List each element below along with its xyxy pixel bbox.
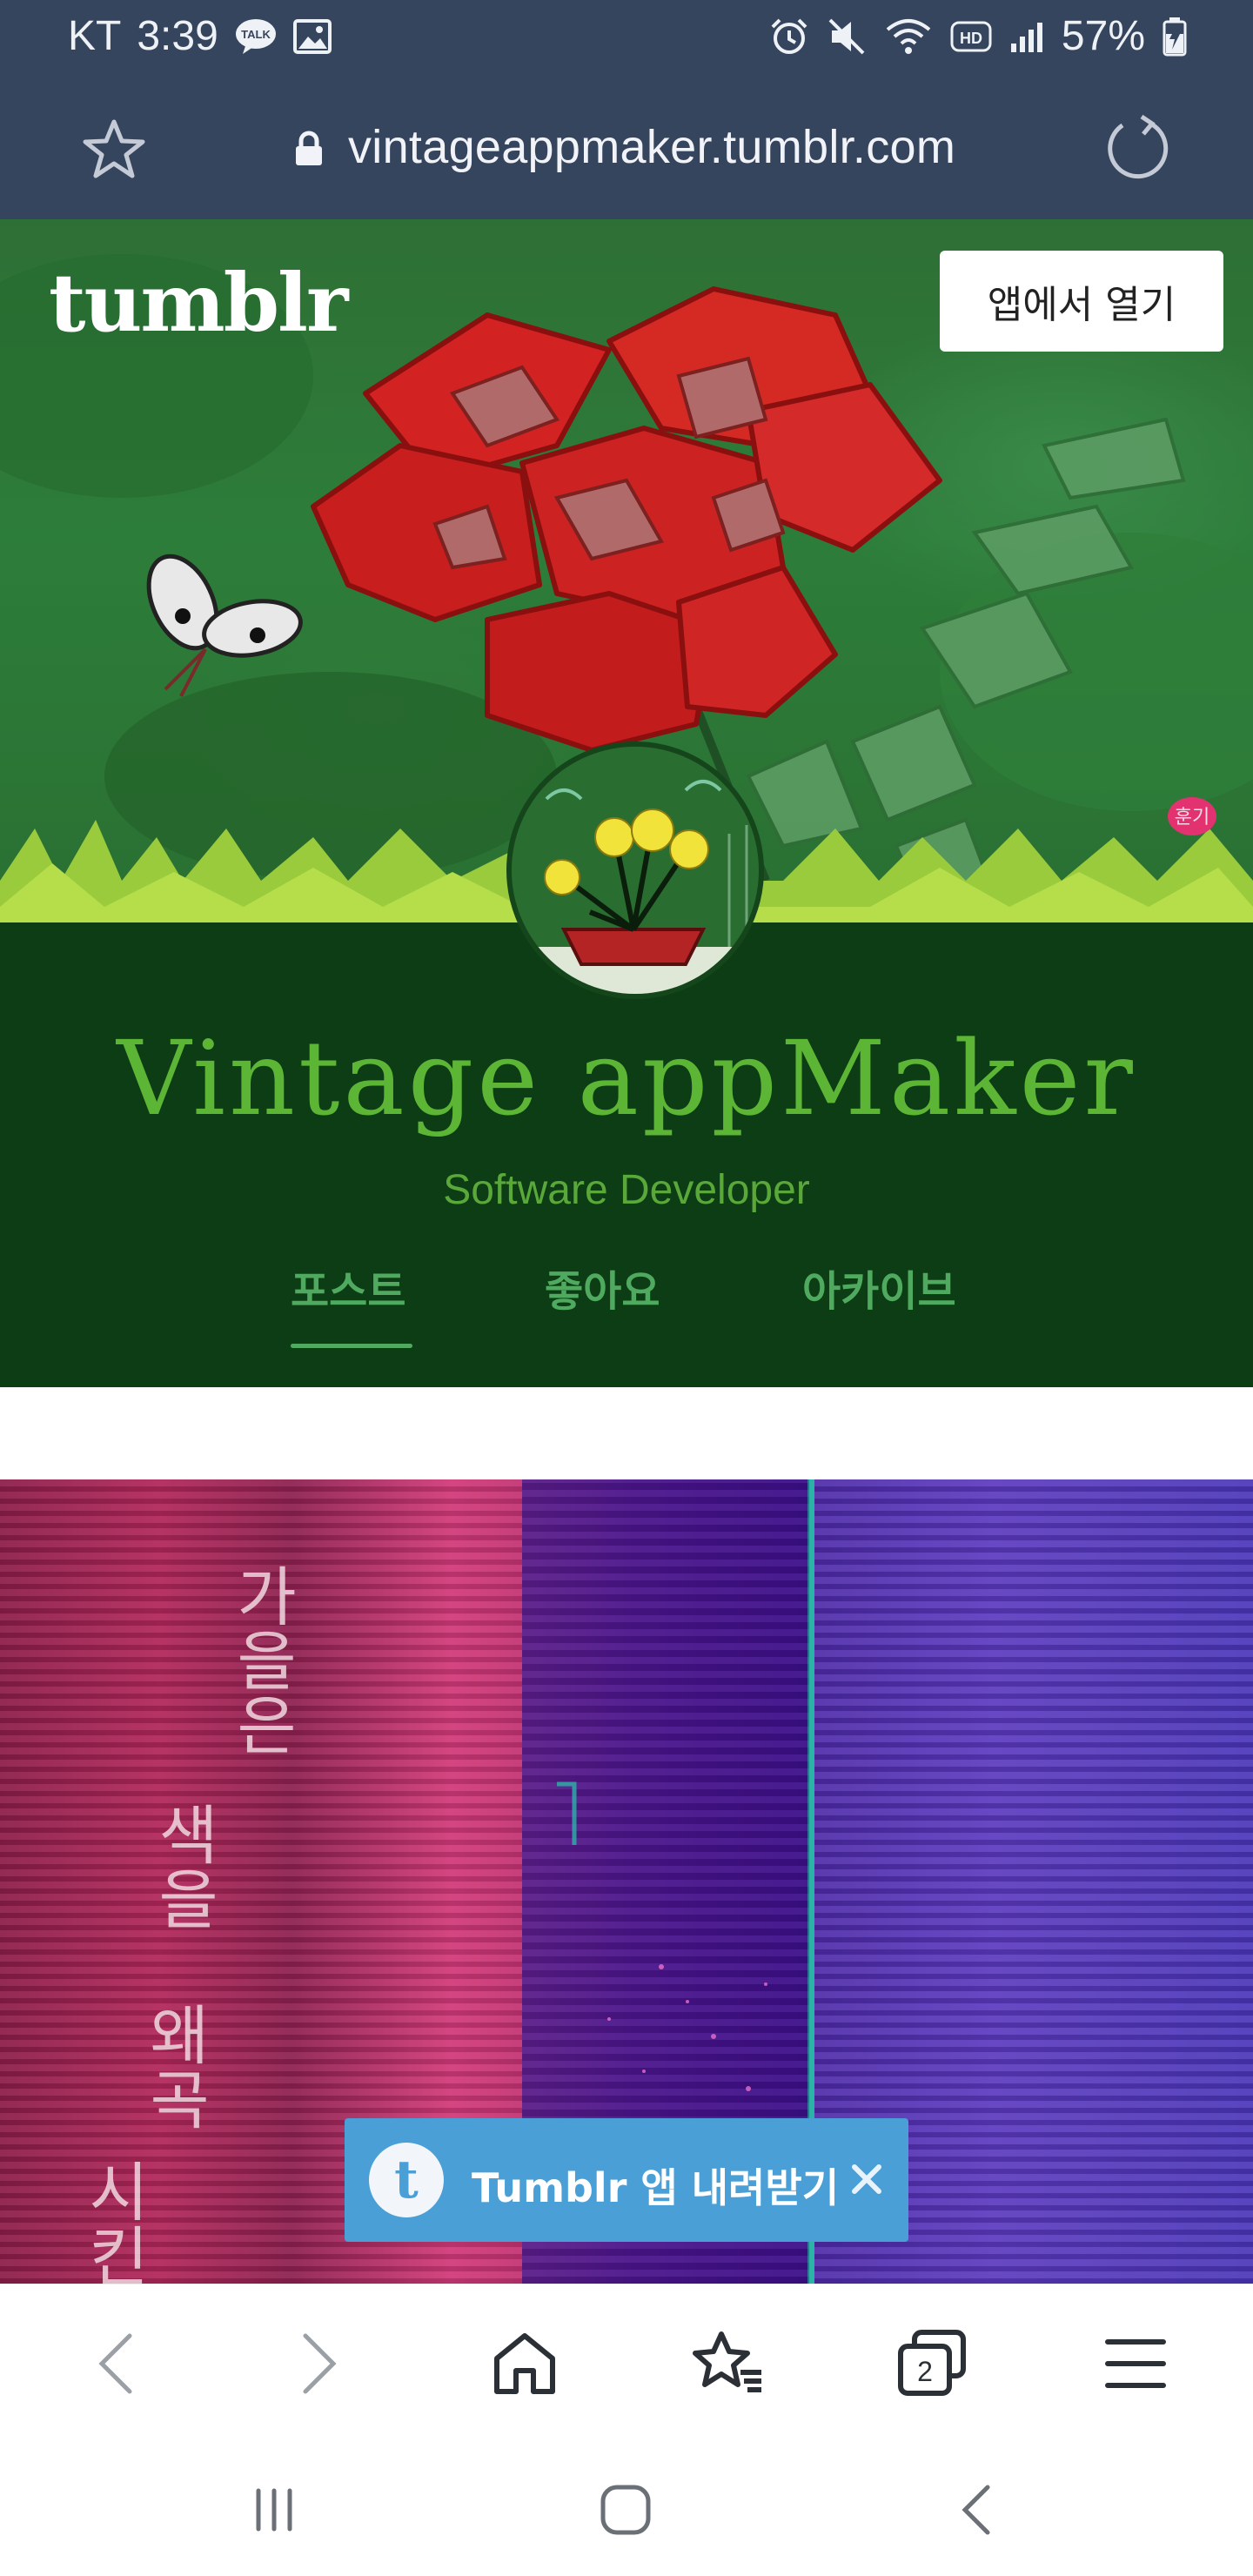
blog-avatar[interactable] <box>506 741 764 999</box>
talk-badge-text: TALK <box>241 28 271 41</box>
bookmark-star-icon[interactable] <box>82 118 146 185</box>
blog-title: Vintage appMaker <box>117 1018 1136 1138</box>
home-icon[interactable] <box>486 2324 564 2403</box>
back-arrow-icon[interactable] <box>77 2324 155 2403</box>
browser-bottom-toolbar: 2 <box>0 2284 1253 2443</box>
tab-likes[interactable]: 좋아요 <box>545 1257 660 1318</box>
status-bar: KT 3:39 TALK HD 57% <box>0 0 1253 75</box>
handwritten-line-4: 시킨다 <box>76 2158 151 2284</box>
gallery-icon <box>292 18 332 54</box>
forward-arrow-icon[interactable] <box>280 2324 358 2403</box>
tab-posts[interactable]: 포스트 <box>291 1257 405 1318</box>
wifi-icon <box>884 17 933 56</box>
reload-icon[interactable] <box>1102 113 1171 187</box>
active-tab-indicator <box>291 1344 412 1348</box>
system-navigation-bar <box>0 2442 1253 2576</box>
tab-count: 2 <box>917 2356 933 2387</box>
mute-icon <box>827 17 867 57</box>
address-bar[interactable]: vintageappmaker.tumblr.com <box>0 97 1253 202</box>
home-button-icon[interactable] <box>586 2475 665 2545</box>
lock-icon <box>294 131 324 171</box>
tumblr-logo[interactable]: tumblr <box>49 256 348 350</box>
close-icon[interactable] <box>842 2155 891 2204</box>
battery-percent: 57% <box>1061 13 1145 59</box>
flower-pot-avatar-art <box>512 747 759 994</box>
kakaotalk-icon: TALK <box>234 17 278 56</box>
signal-icon <box>1009 19 1044 54</box>
recent-apps-icon[interactable] <box>235 2475 313 2545</box>
open-in-app-button[interactable]: 앱에서 열기 <box>940 251 1223 352</box>
menu-hamburger-icon[interactable] <box>1096 2324 1175 2403</box>
svg-text:훈기: 훈기 <box>1175 807 1209 828</box>
hd-voice-icon: HD <box>950 19 992 54</box>
download-app-label[interactable]: Tumblr 앱 내려받기 <box>472 2157 839 2214</box>
tumblr-t-icon: t <box>369 2143 444 2217</box>
alarm-icon <box>769 17 809 57</box>
status-time: 3:39 <box>137 13 218 59</box>
blog-subtitle: Software Developer <box>443 1167 810 1213</box>
handwritten-line-3: 왜곡 <box>137 2002 211 2130</box>
tab-archive[interactable]: 아카이브 <box>802 1257 956 1318</box>
browser-top-chrome: KT 3:39 TALK HD 57% vintageappmaker.tumb… <box>0 0 1253 219</box>
butterfly-doodle <box>146 553 303 697</box>
tabs-icon[interactable]: 2 <box>893 2324 971 2403</box>
url-text[interactable]: vintageappmaker.tumblr.com <box>348 120 955 174</box>
handwritten-line-1: 가을은 <box>224 1563 298 1756</box>
handwritten-line-2: 색을 <box>145 1801 220 1930</box>
system-back-icon[interactable] <box>938 2475 1016 2545</box>
carrier-label: KT <box>68 13 122 59</box>
download-app-toast[interactable]: t Tumblr 앱 내려받기 <box>345 2118 908 2242</box>
battery-charging-icon <box>1163 17 1187 57</box>
network-badge-text: HD <box>960 30 982 47</box>
bookmarks-star-icon[interactable] <box>689 2324 767 2403</box>
